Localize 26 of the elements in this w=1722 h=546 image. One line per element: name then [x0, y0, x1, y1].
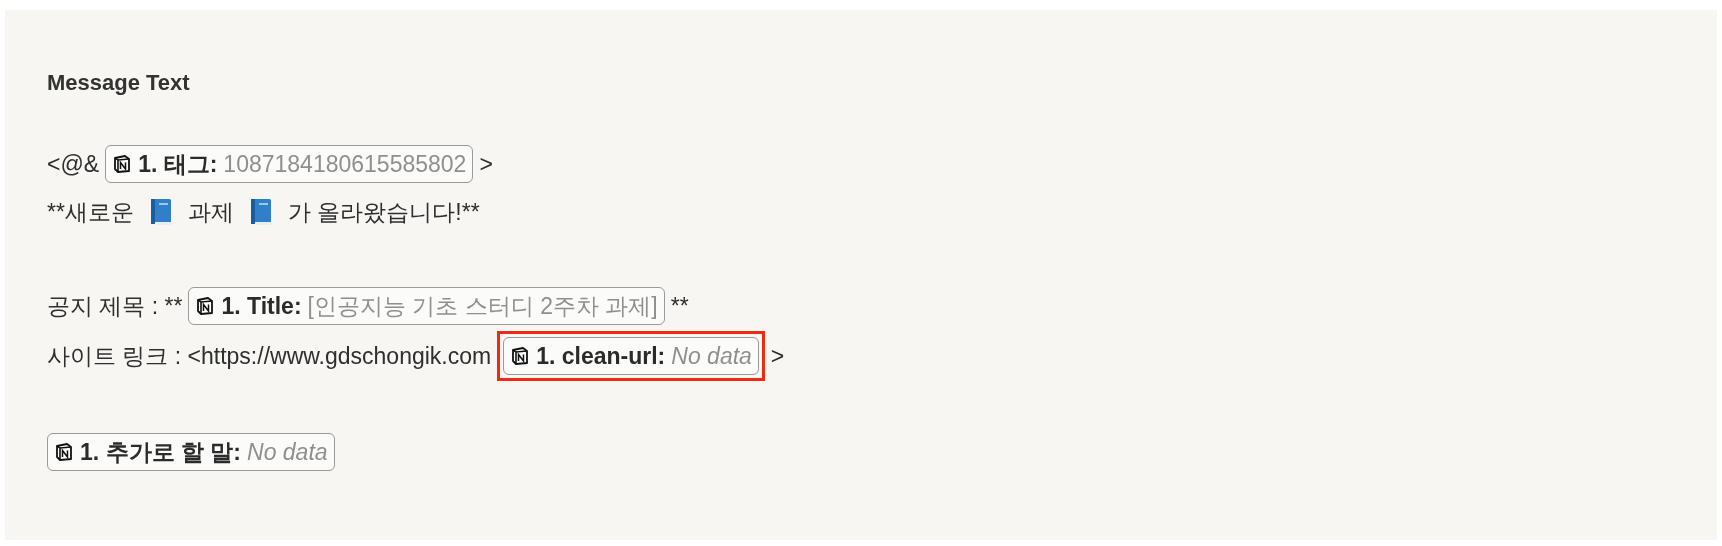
token-label: 1. Title: [221, 291, 302, 321]
data-token[interactable]: 1. 태그: 1087184180615585802 [105, 145, 474, 183]
data-token[interactable]: 1. Title: [인공지능 기초 스터디 2주차 과제] [188, 287, 665, 325]
message-text: 과제 [187, 197, 234, 227]
message-text: > [770, 341, 785, 371]
notion-logo-icon [112, 154, 133, 174]
token-label: 1. 추가로 할 말: [80, 437, 241, 467]
message-text: 공지 제목 : ** [47, 291, 183, 321]
message-text: ** [670, 291, 689, 321]
data-token[interactable]: 1. clean-url: No data [503, 337, 759, 375]
data-token[interactable]: 1. 추가로 할 말: No data [47, 433, 335, 471]
message-text: > [479, 149, 493, 179]
token-label: 1. clean-url: [536, 341, 666, 371]
token-value: [인공지능 기초 스터디 2주차 과제] [307, 291, 658, 321]
token-label: 1. 태그: [138, 149, 218, 179]
token-value: No data [671, 341, 752, 371]
notion-logo-icon [510, 346, 531, 366]
notion-logo-icon [195, 296, 216, 316]
section-title: Message Text [47, 69, 191, 97]
message-text: 사이트 링크 : <https://www.gdschongik.com [47, 341, 492, 371]
message-text: <@& [47, 149, 100, 179]
message-text: 가 올라왔습니다!** [287, 197, 480, 227]
token-value: 1087184180615585802 [223, 149, 467, 179]
message-text: **새로운 [47, 197, 134, 227]
token-value: No data [247, 437, 328, 467]
notion-logo-icon [54, 442, 74, 462]
